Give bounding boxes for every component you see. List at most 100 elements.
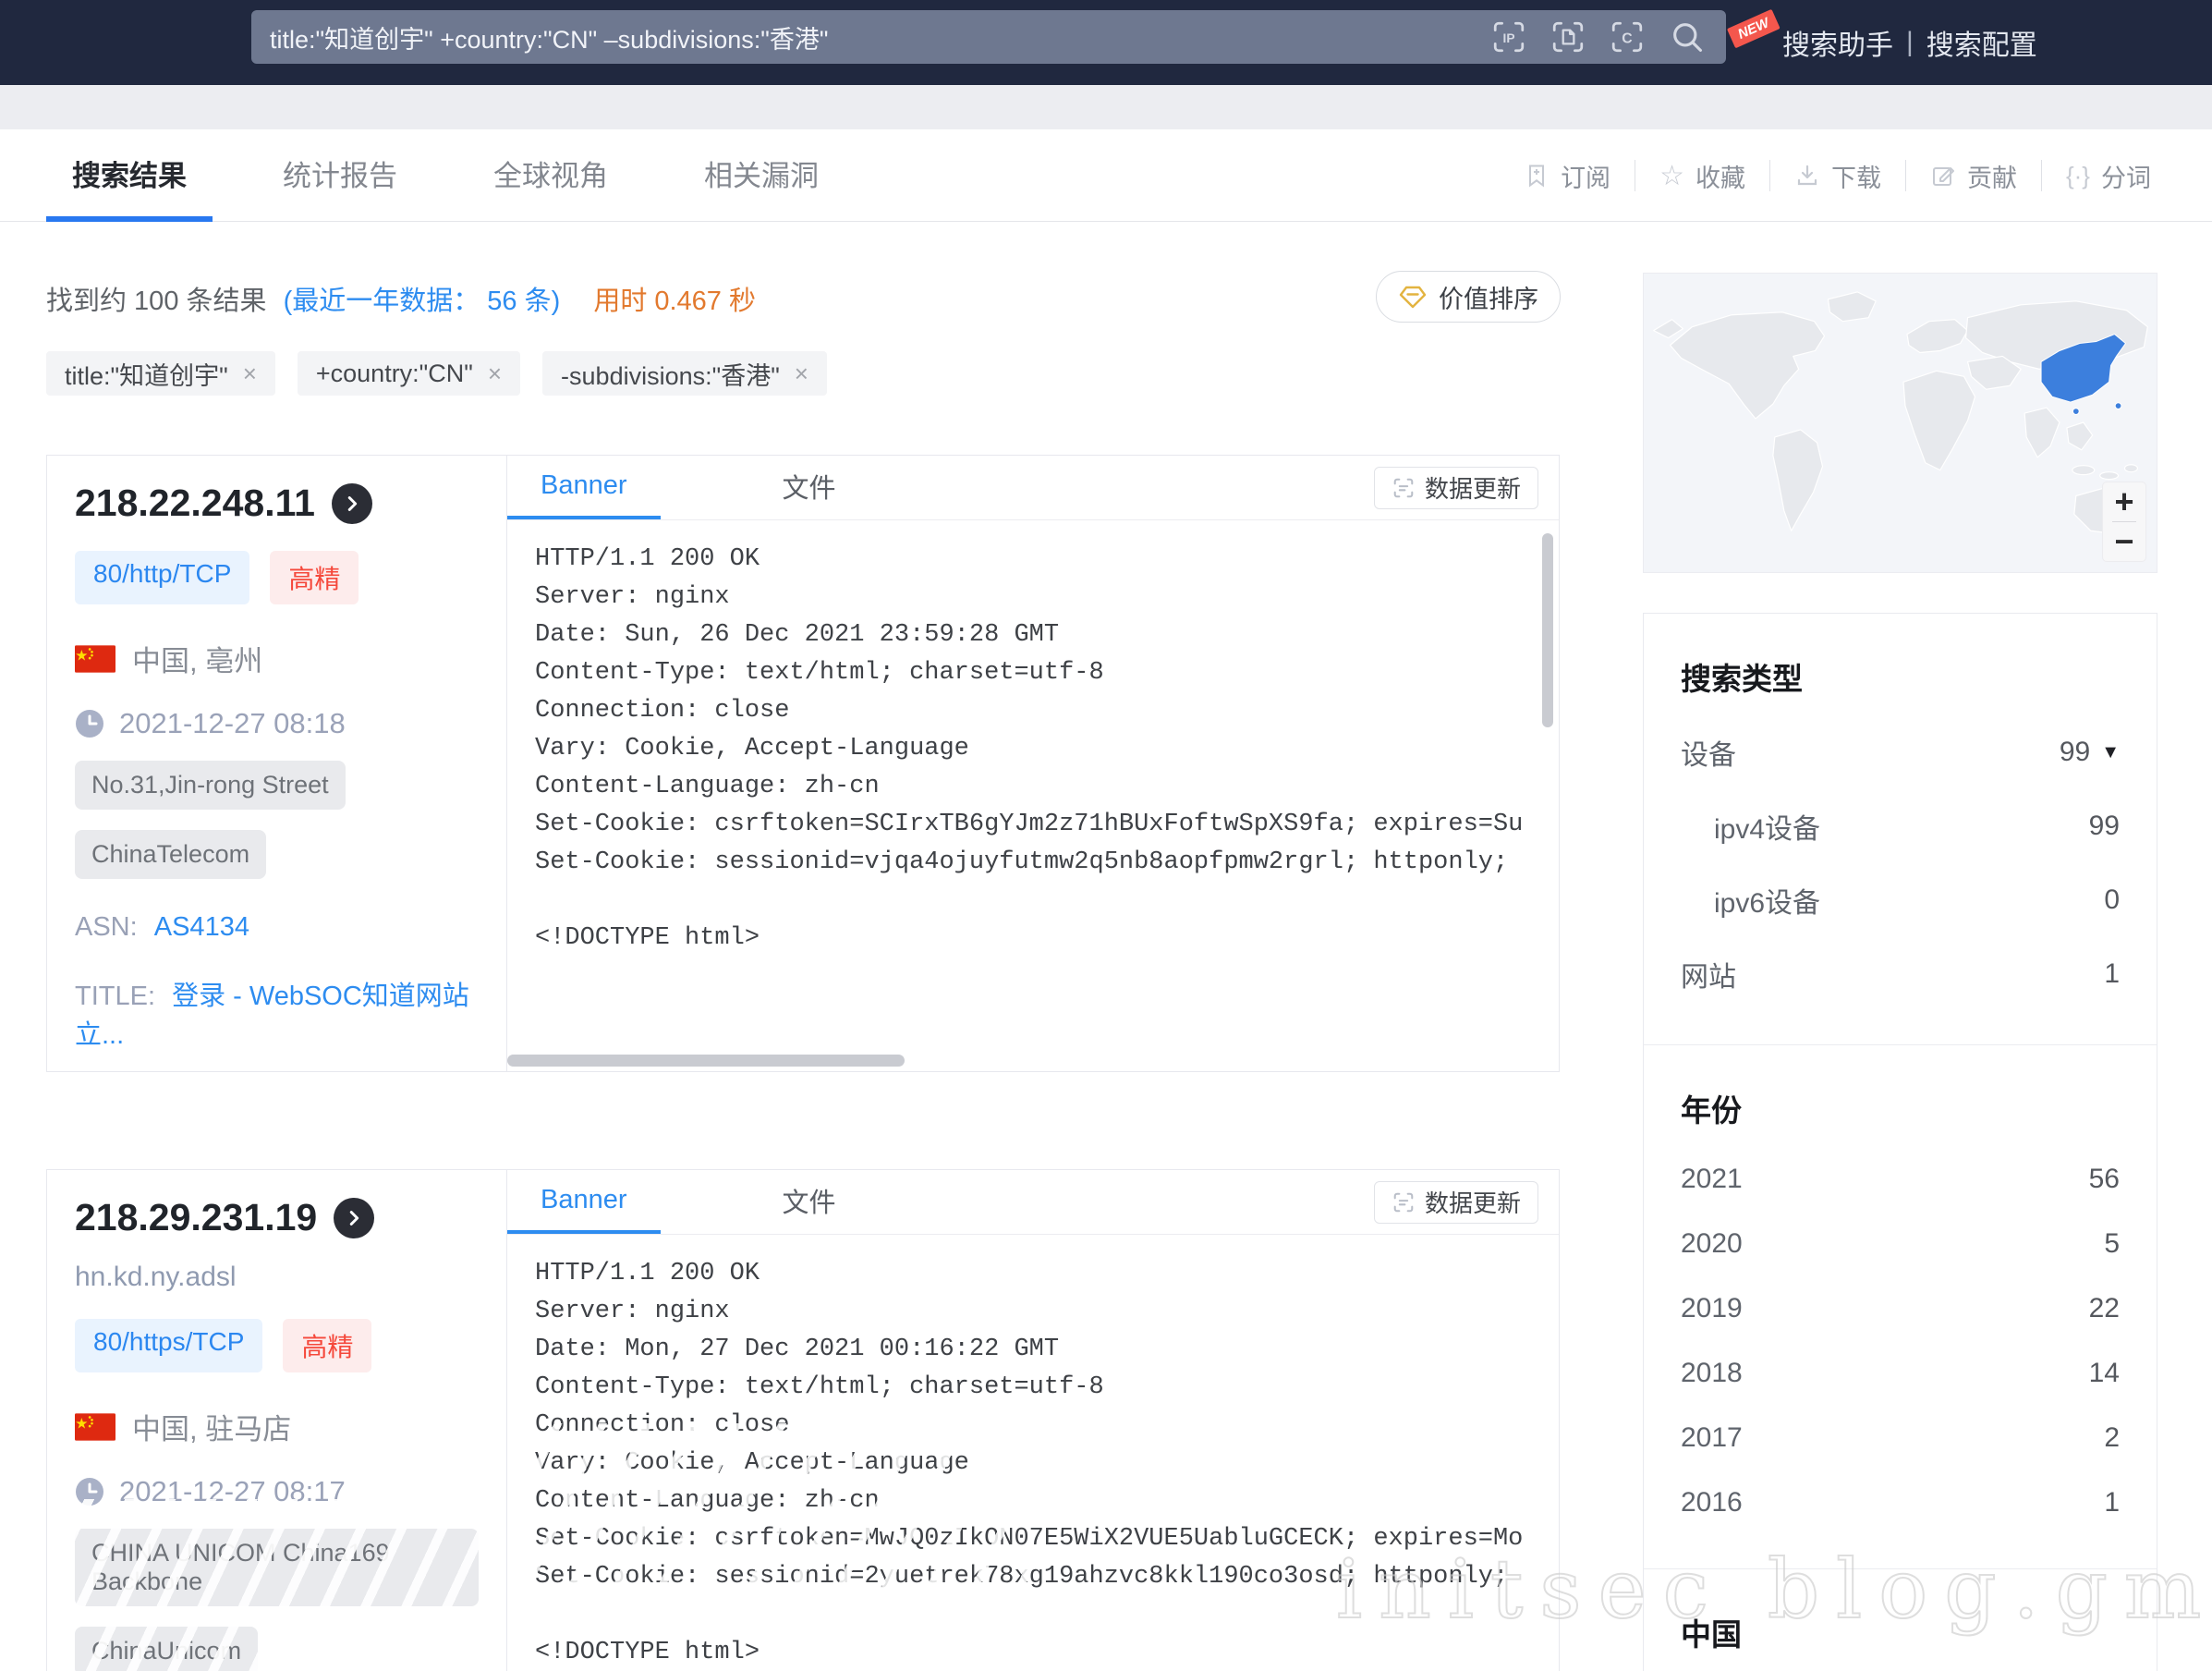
top-navbar: IP C NEW 搜索助手 | 搜索配置 bbox=[0, 0, 2212, 85]
chevron-down-icon[interactable]: ▼ bbox=[2101, 742, 2120, 763]
data-update-label: 数据更新 bbox=[1425, 470, 1521, 505]
filter-chip-title[interactable]: title:"知道创宇" × bbox=[46, 351, 275, 396]
open-detail-button[interactable] bbox=[334, 1198, 374, 1238]
facet-row-device[interactable]: 设备 99▼ bbox=[1681, 732, 2120, 773]
tab-banner[interactable]: Banner bbox=[507, 456, 661, 519]
result-meta-panel: 218.22.248.11 80/http/TCP 高精 中国, 亳州 2021… bbox=[47, 456, 506, 1071]
port-service-tag[interactable]: 80/http/TCP bbox=[75, 551, 249, 604]
facet-row-2018[interactable]: 2018 14 bbox=[1681, 1358, 2120, 1389]
elapsed-time: 用时 0.467 秒 bbox=[593, 287, 756, 316]
tab-file[interactable]: 文件 bbox=[749, 456, 869, 519]
word-segment-label: 分词 bbox=[2101, 158, 2151, 194]
tab-file[interactable]: 文件 bbox=[749, 1170, 869, 1234]
refresh-scan-icon bbox=[1392, 476, 1416, 500]
facet-label: 2017 bbox=[1681, 1422, 1743, 1454]
favorite-label: 收藏 bbox=[1695, 158, 1745, 194]
result-location: 中国, 驻马店 bbox=[132, 1406, 291, 1447]
search-input[interactable] bbox=[251, 10, 1491, 64]
horizontal-scrollbar[interactable] bbox=[507, 1055, 905, 1067]
result-ip-link[interactable]: 218.29.231.19 bbox=[75, 1196, 317, 1239]
org-chip[interactable]: CHINA UNICOM China169 Backbone bbox=[75, 1529, 479, 1606]
value-sort-label: 价值排序 bbox=[1439, 279, 1538, 315]
facet-label: ipv4设备 bbox=[1714, 806, 1820, 847]
close-icon[interactable]: × bbox=[243, 360, 257, 388]
clock-icon bbox=[75, 709, 104, 738]
data-update-button[interactable]: 数据更新 bbox=[1374, 1181, 1538, 1224]
search-assistant-link[interactable]: 搜索助手 bbox=[1782, 22, 1893, 63]
file-scan-icon[interactable] bbox=[1550, 19, 1586, 55]
asn-link[interactable]: AS4134 bbox=[154, 912, 249, 942]
facet-row-2016[interactable]: 2016 1 bbox=[1681, 1487, 2120, 1519]
vertical-scrollbar[interactable] bbox=[1542, 533, 1553, 727]
result-tabs: 搜索结果 统计报告 全球视角 相关漏洞 bbox=[46, 129, 889, 222]
facet-row-ipv4[interactable]: ipv4设备 99 bbox=[1681, 806, 2120, 847]
refresh-scan-icon bbox=[1392, 1190, 1416, 1214]
clock-icon bbox=[75, 1477, 104, 1506]
tab-search-results[interactable]: 搜索结果 bbox=[46, 129, 213, 222]
zoom-out-button[interactable]: − bbox=[2103, 522, 2145, 561]
topbar-links: NEW 搜索助手 | 搜索配置 bbox=[1733, 0, 2037, 85]
close-icon[interactable]: × bbox=[488, 360, 502, 388]
facet-row-ipv6[interactable]: ipv6设备 0 bbox=[1681, 880, 2120, 921]
contribute-label: 贡献 bbox=[1967, 158, 2017, 194]
code-scan-icon[interactable]: C bbox=[1610, 19, 1645, 55]
filter-chip-label: title:"知道创宇" bbox=[65, 356, 228, 392]
contribute-button[interactable]: 贡献 bbox=[1906, 158, 2041, 194]
facet-row-2017[interactable]: 2017 2 bbox=[1681, 1422, 2120, 1454]
svg-text:IP: IP bbox=[1503, 31, 1515, 45]
banner-content: HTTP/1.1 200 OK Server: nginx Date: Sun,… bbox=[507, 520, 1559, 1071]
facet-title: 搜索类型 bbox=[1681, 654, 2120, 699]
facet-value: 56 bbox=[2089, 1164, 2120, 1195]
facet-value: 2 bbox=[2104, 1422, 2120, 1454]
result-hostname: hn.kd.ny.adsl bbox=[75, 1262, 479, 1293]
close-icon[interactable]: × bbox=[795, 360, 808, 388]
tab-global-view[interactable]: 全球视角 bbox=[468, 129, 634, 222]
favorite-button[interactable]: ☆ 收藏 bbox=[1635, 158, 1769, 194]
search-config-link[interactable]: 搜索配置 bbox=[1926, 22, 2037, 63]
map-zoom-controls: + − bbox=[2103, 482, 2145, 561]
filter-chip-country[interactable]: +country:"CN" × bbox=[298, 351, 520, 396]
svg-text:C: C bbox=[1622, 30, 1632, 46]
facet-row-2020[interactable]: 2020 5 bbox=[1681, 1228, 2120, 1260]
word-segment-button[interactable]: {·} 分词 bbox=[2042, 158, 2175, 194]
download-button[interactable]: 下载 bbox=[1770, 158, 1905, 194]
http-banner-text: HTTP/1.1 200 OK Server: nginx Date: Mon,… bbox=[535, 1255, 1531, 1671]
result-card: 218.22.248.11 80/http/TCP 高精 中国, 亳州 2021… bbox=[46, 455, 1560, 1072]
bookmark-plus-icon bbox=[1524, 163, 1550, 189]
tab-banner[interactable]: Banner bbox=[507, 1170, 661, 1234]
isp-chip[interactable]: ChinaUnicom bbox=[75, 1627, 258, 1671]
zoom-in-button[interactable]: + bbox=[2103, 482, 2145, 521]
filter-chip-subdivisions[interactable]: -subdivisions:"香港" × bbox=[542, 351, 827, 396]
facet-value: 1 bbox=[2104, 958, 2120, 990]
tab-statistics-report[interactable]: 统计报告 bbox=[257, 129, 423, 222]
filter-chip-row: title:"知道创宇" × +country:"CN" × -subdivis… bbox=[46, 351, 827, 396]
page-actions: 订阅 ☆ 收藏 下载 贡献 {·} 分词 bbox=[1500, 129, 2175, 222]
facet-row-2019[interactable]: 2019 22 bbox=[1681, 1293, 2120, 1324]
title-label: TITLE: bbox=[75, 982, 155, 1011]
asn-label: ASN: bbox=[75, 912, 138, 942]
port-service-tag[interactable]: 80/https/TCP bbox=[75, 1319, 262, 1372]
facet-label: 2016 bbox=[1681, 1487, 1743, 1519]
download-icon bbox=[1794, 163, 1820, 189]
recent-data-link[interactable]: (最近一年数据： 56 条) bbox=[284, 287, 561, 316]
subscribe-button[interactable]: 订阅 bbox=[1500, 158, 1635, 194]
ip-scan-icon[interactable]: IP bbox=[1491, 19, 1526, 55]
search-icon[interactable] bbox=[1669, 18, 1706, 55]
facet-label: 2020 bbox=[1681, 1228, 1743, 1260]
results-summary: 找到约 100 条结果 (最近一年数据： 56 条) 用时 0.467 秒 bbox=[46, 279, 756, 318]
org-chip[interactable]: No.31,Jin-rong Street bbox=[75, 761, 346, 810]
facet-value: 5 bbox=[2104, 1228, 2120, 1260]
china-flag-icon bbox=[75, 645, 115, 673]
data-update-button[interactable]: 数据更新 bbox=[1374, 467, 1538, 509]
isp-chip[interactable]: ChinaTelecom bbox=[75, 830, 266, 879]
precision-tag: 高精 bbox=[270, 551, 359, 604]
result-ip-link[interactable]: 218.22.248.11 bbox=[75, 482, 315, 525]
open-detail-button[interactable] bbox=[332, 483, 372, 524]
value-sort-button[interactable]: 价值排序 bbox=[1376, 271, 1561, 323]
tab-related-vulnerabilities[interactable]: 相关漏洞 bbox=[678, 129, 845, 222]
world-map-svg bbox=[1644, 274, 2157, 572]
facet-value: 22 bbox=[2089, 1293, 2120, 1324]
precision-tag: 高精 bbox=[283, 1319, 371, 1372]
facet-row-2021[interactable]: 2021 56 bbox=[1681, 1164, 2120, 1195]
facet-row-website[interactable]: 网站 1 bbox=[1681, 954, 2120, 994]
